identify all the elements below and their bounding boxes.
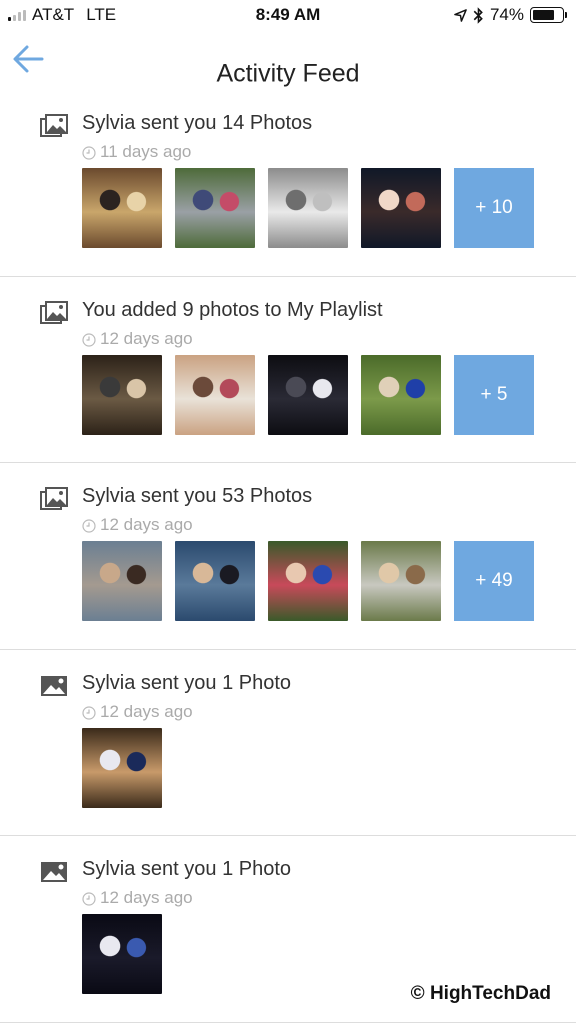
timestamp-text: 12 days ago	[100, 701, 193, 721]
photo-thumbnail[interactable]	[175, 168, 255, 248]
more-photos-button[interactable]: + 49	[454, 541, 534, 621]
photo-thumbnail[interactable]	[82, 541, 162, 621]
single-image-icon	[40, 674, 68, 698]
feed-item[interactable]: Sylvia sent you 1 Photo 12 days ago	[0, 650, 576, 836]
feed-item[interactable]: You added 9 photos to My Playlist 12 days…	[0, 277, 576, 463]
location-arrow-icon	[454, 8, 467, 22]
photo-thumbnail[interactable]	[361, 168, 441, 248]
photo-thumbnails: + 10	[82, 168, 534, 248]
photo-thumbnails: + 49	[82, 541, 534, 621]
page-title: Activity Feed	[216, 59, 360, 88]
battery-percent: 74%	[489, 5, 524, 24]
more-photos-button[interactable]: + 5	[454, 354, 534, 435]
bluetooth-icon	[473, 6, 483, 24]
timestamp-text: 12 days ago	[100, 328, 193, 348]
battery-fill	[533, 10, 554, 20]
feed-item-title: Sylvia sent you 1 Photo	[82, 671, 292, 694]
photo-thumbnail[interactable]	[82, 168, 162, 248]
photo-thumbnail[interactable]	[175, 354, 255, 435]
multi-image-icon	[40, 114, 68, 138]
photo-thumbnail[interactable]	[268, 354, 348, 435]
feed-item-timestamp: 12 days ago	[82, 515, 193, 535]
feed-item-timestamp: 12 days ago	[82, 702, 193, 722]
photo-thumbnail[interactable]	[175, 541, 255, 621]
photo-thumbnail[interactable]	[268, 541, 348, 621]
clock-icon	[82, 518, 96, 533]
multi-image-icon	[40, 300, 68, 325]
photo-thumbnails	[82, 727, 162, 808]
nav-bar: Activity Feed	[0, 30, 576, 90]
photo-thumbnail[interactable]	[82, 354, 162, 435]
feed-item-timestamp: 12 days ago	[82, 329, 193, 349]
timestamp-text: 12 days ago	[100, 515, 193, 534]
watermark: © HighTechDad	[410, 983, 551, 1004]
feed-item[interactable]: Sylvia sent you 53 Photos 12 days ago + 49	[0, 463, 576, 650]
feed-item-title: Sylvia sent you 53 Photos	[82, 485, 313, 507]
feed-item-timestamp: 12 days ago	[82, 888, 193, 908]
photo-thumbnail[interactable]	[361, 541, 441, 621]
photo-thumbnails: + 5	[82, 354, 534, 435]
photo-thumbnails	[82, 914, 162, 994]
feed-item[interactable]: Sylvia sent you 14 Photos 11 days ago + 10	[0, 90, 576, 277]
timestamp-text: 11 days ago	[100, 142, 192, 161]
timestamp-text: 12 days ago	[100, 888, 193, 907]
single-image-icon	[40, 860, 68, 884]
clock-icon	[82, 705, 96, 720]
clock-icon	[82, 145, 96, 160]
status-right: 74%	[454, 5, 567, 25]
photo-thumbnail[interactable]	[82, 914, 162, 994]
multi-image-icon	[40, 487, 68, 511]
photo-thumbnail[interactable]	[361, 354, 441, 435]
feed-item-title: Sylvia sent you 1 Photo	[82, 858, 292, 880]
battery-icon	[530, 7, 567, 23]
status-bar: AT&T LTE 8:49 AM 74%	[0, 0, 576, 30]
feed-item-timestamp: 11 days ago	[82, 142, 191, 162]
more-photos-button[interactable]: + 10	[454, 168, 534, 248]
feed-item-title: Sylvia sent you 14 Photos	[82, 112, 313, 134]
activity-feed: Sylvia sent you 14 Photos 11 days ago + 10…	[0, 90, 576, 1023]
photo-thumbnail[interactable]	[82, 727, 162, 808]
feed-item-title: You added 9 photos to My Playlist	[82, 298, 383, 321]
clock-icon	[82, 332, 96, 347]
photo-thumbnail[interactable]	[268, 168, 348, 248]
clock-icon	[82, 891, 96, 906]
